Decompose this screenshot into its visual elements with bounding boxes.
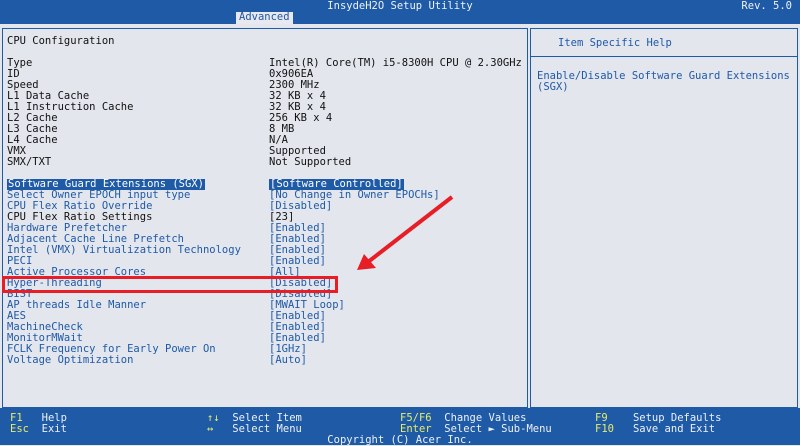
key-hint-select-menu: ↔ Select Menu [207, 423, 302, 435]
help-text: Enable/Disable Software Guard Extensions… [537, 70, 790, 93]
help-panel: Item Specific Help Enable/Disable Softwa… [530, 28, 798, 408]
status-bar: F1 Help Esc Exit ↑↓ Select Item ↔ Select… [0, 408, 800, 446]
key-hint-save-exit: F10 Save and Exit [595, 423, 716, 435]
copyright-text: Copyright (C) Acer Inc. [327, 434, 473, 446]
help-divider [531, 56, 797, 57]
help-title: Item Specific Help [558, 37, 672, 49]
key-hint-esc: Esc Exit [10, 423, 67, 435]
